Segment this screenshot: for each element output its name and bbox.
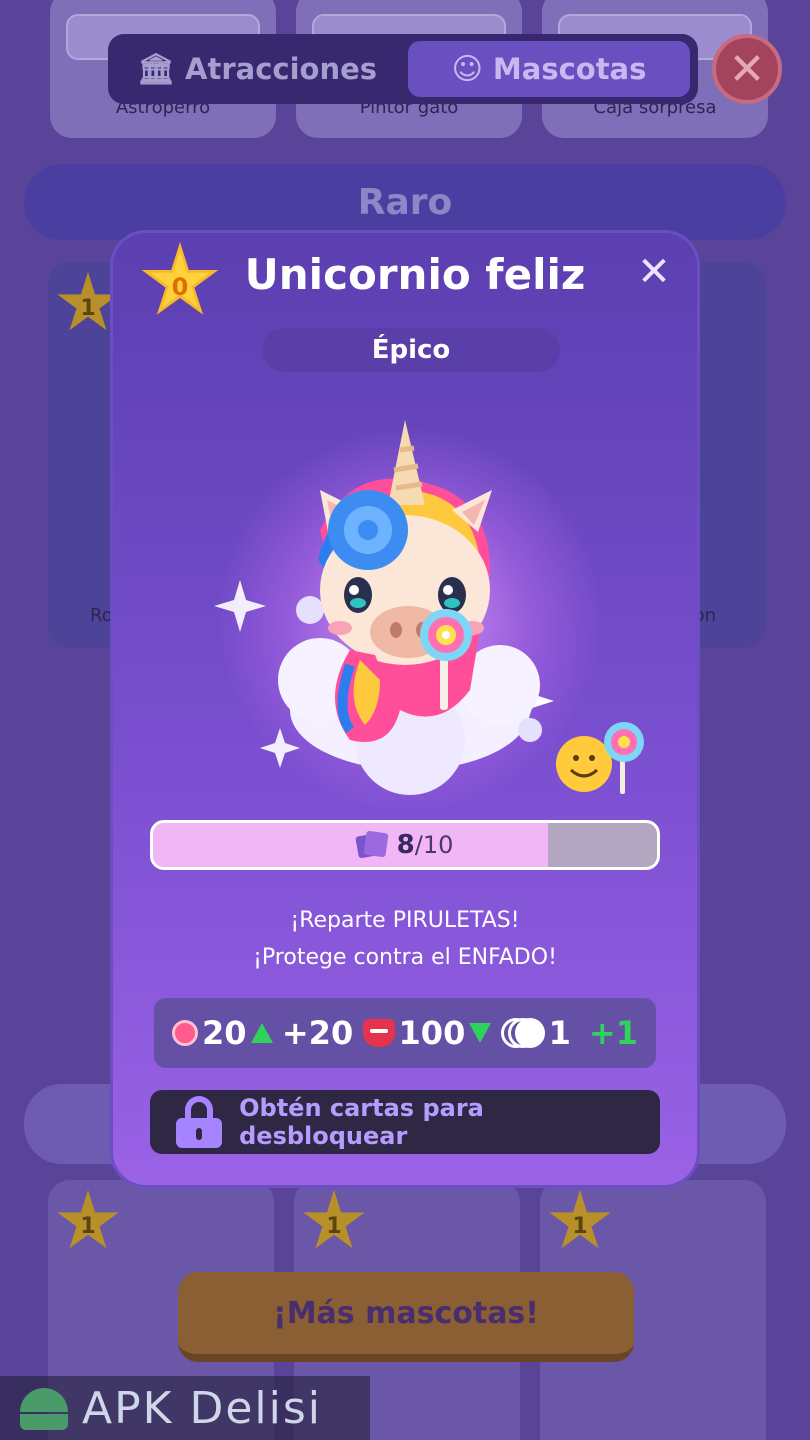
heart-icon xyxy=(172,1020,198,1046)
pet-description: ¡Reparte PIRULETAS! ¡Protege contra el E… xyxy=(110,902,700,976)
happiness-stat: 20 xyxy=(172,1014,273,1052)
description-line-2: ¡Protege contra el ENFADO! xyxy=(253,945,557,970)
attraction-building-icon: 🏛 xyxy=(136,51,176,87)
close-icon: ✕ xyxy=(637,249,671,295)
anger-value: 100 xyxy=(398,1014,466,1052)
pet-clown-icon: ☺ xyxy=(451,51,483,87)
rarity-section-header: Raro xyxy=(24,164,786,240)
unlock-label: Obtén cartas para desbloquear xyxy=(239,1094,484,1150)
more-pets-label: ¡Más mascotas! xyxy=(273,1295,539,1331)
pet-detail-modal: 0 Unicornio feliz ✕ Épico 8/10 ¡Reparte … xyxy=(110,230,700,1188)
anger-stat: 100 xyxy=(362,1014,492,1052)
section-title: Raro xyxy=(357,181,453,223)
tab-label: Mascotas xyxy=(492,52,647,86)
happiness-bonus-stat: +20 xyxy=(282,1014,353,1052)
cards-progress-bar: 8/10 xyxy=(150,820,660,870)
watermark: APK Delisi xyxy=(0,1376,370,1440)
progress-text: 8/10 xyxy=(153,823,657,867)
happiness-value: 20 xyxy=(202,1014,247,1052)
angry-face-icon xyxy=(362,1019,395,1047)
coins-icon xyxy=(500,1018,545,1048)
level-star-icon: 1 xyxy=(303,1190,365,1249)
arrow-up-icon xyxy=(250,1023,273,1043)
coins-bonus: +1 xyxy=(588,1014,638,1052)
watermark-text: APK Delisi xyxy=(82,1382,323,1434)
coins-stat: 1 +1 xyxy=(500,1014,638,1052)
close-icon: ✕ xyxy=(728,43,766,95)
android-icon xyxy=(16,1386,72,1430)
pet-cards-icon xyxy=(354,830,389,859)
tab-mascotas[interactable]: ☺ Mascotas xyxy=(408,41,690,97)
screen-close-button[interactable]: ✕ xyxy=(712,34,782,104)
modal-close-button[interactable]: ✕ xyxy=(634,252,674,292)
progress-total: /10 xyxy=(414,831,454,859)
pet-level: 0 xyxy=(171,273,189,301)
progress-current: 8 xyxy=(396,830,415,860)
lock-icon xyxy=(176,1096,222,1148)
level-star-icon: 1 xyxy=(57,1190,119,1249)
happiness-bonus: +20 xyxy=(281,1014,354,1052)
tab-atracciones[interactable]: 🏛 Atracciones xyxy=(116,41,398,97)
tab-label: Atracciones xyxy=(185,52,378,86)
more-pets-button[interactable]: ¡Más mascotas! xyxy=(178,1272,634,1362)
category-tabs: 🏛 Atracciones ☺ Mascotas xyxy=(108,34,698,104)
description-line-1: ¡Reparte PIRULETAS! xyxy=(290,908,520,933)
coins-value: 1 xyxy=(548,1014,571,1052)
level-star-icon: 0 xyxy=(141,242,219,315)
pet-title: Unicornio feliz xyxy=(244,250,586,299)
arrow-down-icon xyxy=(469,1023,492,1043)
level-star-icon: 1 xyxy=(549,1190,611,1249)
pet-stats: 20 +20 100 1 +1 xyxy=(154,998,656,1068)
lollipop-smile-icon xyxy=(554,718,664,798)
rarity-badge: Épico xyxy=(262,328,560,372)
unlock-button[interactable]: Obtén cartas para desbloquear xyxy=(150,1090,660,1154)
rarity-label: Épico xyxy=(371,335,451,365)
